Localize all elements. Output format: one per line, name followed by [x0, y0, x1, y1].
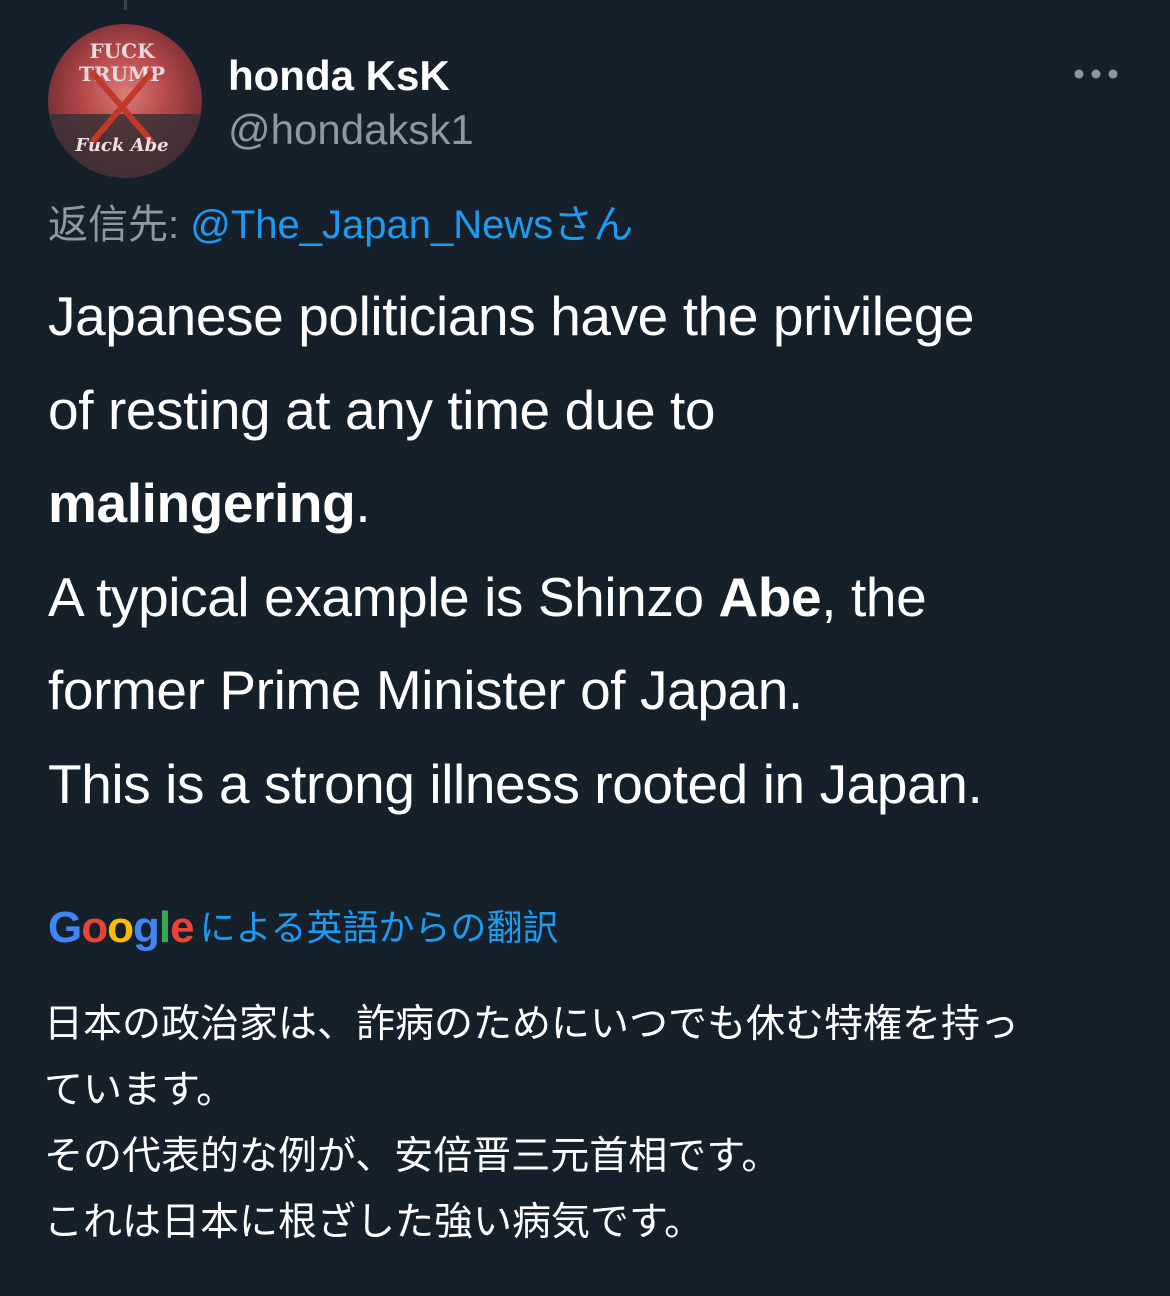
more-options-button[interactable]: [1068, 56, 1124, 92]
thread-connector-line: [124, 0, 127, 10]
tweet-line: This is a strong illness rooted in Japan…: [48, 752, 983, 815]
tweet-text: Japanese politicians have the privilege …: [48, 270, 1138, 831]
tweet-segment: , the: [821, 565, 927, 628]
tweet-line: of resting at any time due to: [48, 378, 716, 441]
author-display-name[interactable]: honda KsK: [228, 50, 450, 102]
translation-label: による英語からの翻訳: [199, 907, 559, 948]
tweet-line: Japanese politicians have the privilege: [48, 285, 975, 347]
tweet-bold-word: malingering: [48, 472, 356, 534]
translation-attribution[interactable]: Google による英語からの翻訳: [48, 898, 559, 958]
svg-text:Fuck Abe: Fuck Abe: [74, 135, 168, 156]
tweet-segment: A typical example is Shinzo: [48, 565, 719, 628]
avatar[interactable]: FUCK TRUMP Fuck Abe: [48, 24, 202, 178]
tweet-line: malingering.: [48, 457, 1138, 551]
avatar-image: FUCK TRUMP Fuck Abe: [48, 39, 202, 178]
replying-to: 返信先: @The_Japan_Newsさん: [48, 198, 633, 252]
translated-line: その代表的な例が、安倍晋三元首相です。: [44, 1135, 781, 1178]
translated-line: これは日本に根ざした強い病気です。: [44, 1201, 704, 1244]
svg-text:FUCK: FUCK: [90, 39, 156, 63]
author-handle[interactable]: @hondaksk1: [228, 104, 474, 156]
tweet-line: former Prime Minister of Japan.: [48, 659, 803, 721]
more-horizontal-icon: [1074, 69, 1118, 79]
google-logo: Google: [48, 903, 195, 952]
tweet-bold-word: Abe: [718, 565, 822, 628]
replying-to-link[interactable]: @The_Japan_Newsさん: [190, 203, 633, 247]
translated-line: 日本の政治家は、詐病のためにいつでも休む特権を持っ: [44, 1003, 1020, 1046]
tweet-line: A typical example is Shinzo Abe, the: [48, 551, 1138, 645]
replying-to-label: 返信先:: [48, 203, 191, 247]
translated-line: ています。: [44, 1069, 236, 1112]
translated-text: 日本の政治家は、詐病のためにいつでも休む特権を持っ ています。 その代表的な例が…: [44, 992, 1144, 1256]
tweet-punctuation: .: [355, 472, 371, 534]
